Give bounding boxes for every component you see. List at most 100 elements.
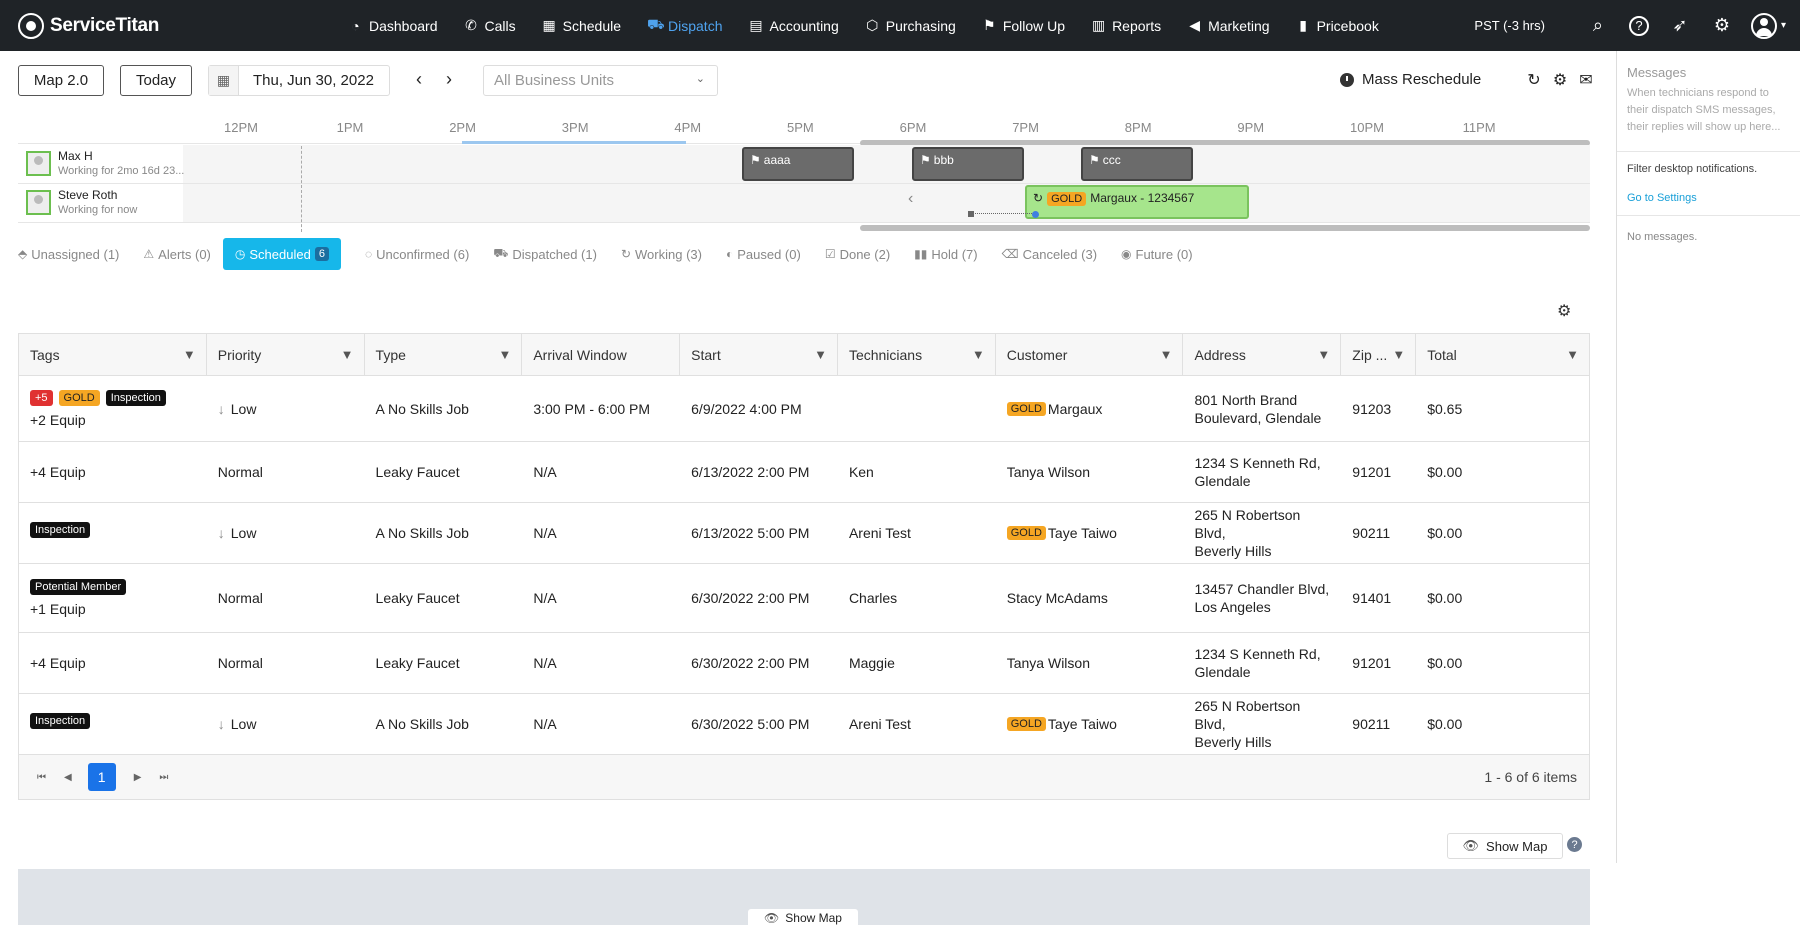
filter-icon[interactable]: ▼ bbox=[341, 347, 354, 362]
show-map-button[interactable]: 👁 Show Map bbox=[1447, 833, 1563, 859]
cell-total: $0.00 bbox=[1416, 694, 1589, 754]
cell-priority: ↓ Low bbox=[207, 694, 365, 754]
next-page-icon[interactable]: ▶ bbox=[134, 772, 142, 783]
nav-item-schedule[interactable]: ▦ Schedule bbox=[542, 17, 622, 34]
table-row[interactable]: Potential Member +1 Equip Normal Leaky Fauc… bbox=[19, 564, 1589, 633]
nav-item-accounting[interactable]: ▤ Accounting bbox=[748, 17, 838, 34]
cell-technicians: Charles bbox=[838, 564, 996, 632]
filter-icon[interactable]: ▼ bbox=[183, 347, 196, 362]
nav-item-marketing[interactable]: ◀ Marketing bbox=[1187, 17, 1269, 34]
column-header[interactable]: Zip ... ▼ bbox=[1341, 334, 1417, 376]
column-header[interactable]: Address ▼ bbox=[1183, 334, 1342, 376]
nav-item-label: Schedule bbox=[562, 17, 622, 34]
prev-page-icon[interactable]: ◀ bbox=[64, 772, 72, 783]
nav-item-dashboard[interactable]: ◔ Dashboard bbox=[348, 17, 438, 34]
nav-item-dispatch[interactable]: ⛟ Dispatch bbox=[647, 16, 722, 35]
tab-hold[interactable]: ▮▮ Hold (7) bbox=[914, 238, 977, 270]
nav-item-follow-up[interactable]: ⚑ Follow Up bbox=[982, 17, 1065, 34]
nav-item-reports[interactable]: ▥ Reports bbox=[1091, 17, 1161, 34]
cell-priority: Normal bbox=[207, 633, 365, 693]
filter-icon[interactable]: ▼ bbox=[1160, 347, 1173, 362]
current-page-button[interactable]: 1 bbox=[87, 763, 116, 791]
appointment-block[interactable]: ↻ GOLD Margaux - 1234567 bbox=[1025, 185, 1249, 219]
tab-unassigned[interactable]: ⬘ Unassigned (1) bbox=[18, 238, 119, 270]
brand[interactable]: ServiceTitan bbox=[18, 12, 348, 39]
column-header[interactable]: Technicians ▼ bbox=[838, 334, 996, 376]
last-page-icon[interactable]: ⏭ bbox=[159, 772, 168, 783]
prev-day-button[interactable]: ‹ bbox=[416, 69, 422, 90]
refresh-icon[interactable]: ↻ bbox=[1526, 70, 1542, 90]
tab-label: Paused (0) bbox=[737, 246, 801, 262]
help-icon[interactable]: ? bbox=[1567, 837, 1582, 852]
lane-track[interactable] bbox=[183, 145, 1590, 183]
table-row[interactable]: Inspection ↓ Low A No Skills Job N/A 6/13/202… bbox=[19, 503, 1589, 564]
tab-unconfirmed[interactable]: ◌ Unconfirmed (6) bbox=[365, 238, 469, 270]
today-button[interactable]: Today bbox=[120, 65, 192, 96]
tab-dispatched[interactable]: ⛟ Dispatched (1) bbox=[493, 238, 597, 270]
tab-working[interactable]: ↻ Working (3) bbox=[621, 238, 702, 270]
go-to-settings-link[interactable]: Go to Settings bbox=[1627, 192, 1697, 204]
column-header[interactable]: Priority ▼ bbox=[207, 334, 365, 376]
user-avatar-icon[interactable] bbox=[1750, 12, 1777, 39]
timeline-scrollbar-bottom[interactable] bbox=[860, 225, 1590, 231]
total-value: $0.00 bbox=[1427, 464, 1463, 480]
tab-scheduled[interactable]: ◷ Scheduled 6 bbox=[222, 238, 341, 270]
table-row[interactable]: +4 Equip Normal Leaky Faucet N/A 6/30/2022 2… bbox=[19, 633, 1589, 694]
zip-value: 91203 bbox=[1352, 400, 1392, 417]
business-units-select[interactable]: All Business Units ⌄ bbox=[483, 65, 718, 96]
map-2-button[interactable]: Map 2.0 bbox=[18, 65, 104, 96]
timezone-label[interactable]: PST (-3 hrs) bbox=[1474, 18, 1545, 33]
column-header[interactable]: Customer ▼ bbox=[996, 334, 1184, 376]
first-page-icon[interactable]: ⏮ bbox=[37, 772, 46, 783]
address-line-2: Beverly Hills bbox=[1194, 543, 1272, 559]
filter-icon[interactable]: ▼ bbox=[1317, 347, 1330, 362]
eye-icon: 👁 bbox=[764, 911, 780, 925]
nav-item-calls[interactable]: ✆ Calls bbox=[464, 17, 516, 34]
column-header[interactable]: Tags ▼ bbox=[19, 334, 207, 376]
tab-done[interactable]: ☑ Done (2) bbox=[825, 238, 890, 270]
search-icon[interactable]: ⌕ bbox=[1587, 15, 1609, 36]
column-header[interactable]: Total ▼ bbox=[1416, 334, 1589, 376]
tab-paused[interactable]: ◐ Paused (0) bbox=[726, 238, 801, 270]
column-header[interactable]: Type ▼ bbox=[365, 334, 523, 376]
tab-alerts[interactable]: ⚠ Alerts (0) bbox=[143, 238, 211, 270]
appointment-block[interactable]: ⚑ aaaa bbox=[742, 147, 854, 181]
filter-icon[interactable]: ▼ bbox=[814, 347, 827, 362]
filter-icon[interactable]: ▼ bbox=[1392, 347, 1405, 362]
tech-info[interactable]: Max H Working for 2mo 16d 23... bbox=[18, 145, 184, 183]
appointment-block[interactable]: ⚑ ccc bbox=[1081, 147, 1193, 181]
tab-canceled[interactable]: ⌫ Canceled (3) bbox=[1002, 238, 1097, 270]
settings-icon[interactable]: ⚙ bbox=[1711, 15, 1733, 36]
cell-type: A No Skills Job bbox=[365, 694, 523, 754]
gear-icon[interactable]: ⚙ bbox=[1552, 70, 1568, 90]
filter-icon[interactable]: ▼ bbox=[498, 347, 511, 362]
dispatch-toolbar: Map 2.0 Today ▦ Thu, Jun 30, 2022 ‹ › Al… bbox=[18, 65, 1593, 97]
tab-label: Working (3) bbox=[635, 246, 702, 262]
tab-future[interactable]: ◉ Future (0) bbox=[1121, 238, 1193, 270]
rocket-icon[interactable]: ➶ bbox=[1669, 15, 1691, 36]
nav-item-label: Dashboard bbox=[369, 17, 438, 34]
chevron-down-icon[interactable]: ▾ bbox=[1781, 20, 1786, 31]
tech-info[interactable]: Steve Roth Working for now bbox=[18, 184, 183, 222]
column-header[interactable]: Start ▼ bbox=[680, 334, 838, 376]
table-row[interactable]: +4 Equip Normal Leaky Faucet N/A 6/13/2022 2… bbox=[19, 442, 1589, 503]
appointment-block[interactable]: ⚑ bbb bbox=[912, 147, 1024, 181]
calendar-icon[interactable]: ▦ bbox=[209, 66, 239, 95]
date-picker[interactable]: ▦ Thu, Jun 30, 2022 bbox=[208, 65, 390, 96]
nav-item-pricebook[interactable]: ▮ Pricebook bbox=[1296, 17, 1379, 34]
next-day-button[interactable]: › bbox=[446, 69, 452, 90]
filter-icon[interactable]: ▼ bbox=[972, 347, 985, 362]
filter-icon[interactable]: ▼ bbox=[1566, 347, 1579, 362]
chevron-left-icon[interactable]: ‹ bbox=[908, 190, 913, 208]
help-icon[interactable]: ? bbox=[1628, 15, 1649, 36]
mail-icon[interactable]: ✉ bbox=[1578, 70, 1594, 90]
table-row[interactable]: +5 GOLD Inspection +2 Equip ↓ Low A No Skills … bbox=[19, 376, 1589, 442]
nav-item-purchasing[interactable]: ⬡ Purchasing bbox=[865, 17, 956, 34]
map-show-map-button[interactable]: 👁 Show Map bbox=[748, 909, 858, 927]
table-settings-gear-icon[interactable]: ⚙ bbox=[1557, 301, 1571, 321]
column-header[interactable]: Arrival Window bbox=[522, 334, 681, 376]
lane-track[interactable] bbox=[183, 184, 1590, 222]
mass-reschedule-button[interactable]: Mass Reschedule bbox=[1340, 71, 1481, 88]
cell-start: 6/30/2022 2:00 PM bbox=[680, 633, 838, 693]
table-row[interactable]: Inspection ↓ Low A No Skills Job N/A 6/30/202… bbox=[19, 694, 1589, 755]
